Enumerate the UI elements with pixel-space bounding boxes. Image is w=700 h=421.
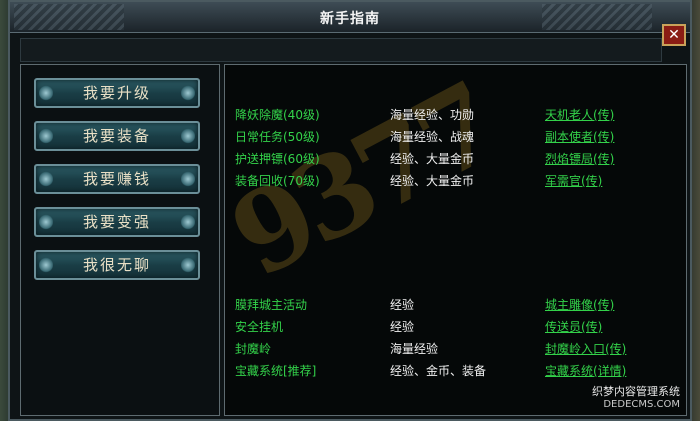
close-button[interactable]: ✕ [662, 24, 686, 46]
npc-link[interactable]: 烈焰镖局(传) [545, 150, 614, 167]
activity-reward: 经验、大量金币 [390, 152, 475, 166]
activity-reward: 经验 [390, 298, 415, 312]
activity-reward: 海量经验、功勋 [390, 108, 475, 122]
npc-link[interactable]: 传送员(传) [545, 318, 602, 335]
site-watermark: 织梦内容管理系统 DEDECMS.COM [592, 385, 680, 411]
activity-reward: 海量经验 [390, 342, 439, 356]
activity-name: 宝藏系统[推荐] [235, 364, 317, 378]
npc-link[interactable]: 副本使者(传) [545, 128, 614, 145]
activity-row: 宝藏系统[推荐] 经验、金币、装备 宝藏系统(详情) [235, 362, 675, 382]
header-strip [20, 38, 662, 62]
activity-row: 安全挂机 经验 传送员(传) [235, 318, 675, 338]
activity-reward: 海量经验、战魂 [390, 130, 475, 144]
nav-button-bored[interactable]: 我很无聊 [34, 250, 200, 280]
npc-link[interactable]: 宝藏系统(详情) [545, 362, 626, 379]
activity-row: 降妖除魔(40级) 海量经验、功勋 天机老人(传) [235, 106, 675, 126]
nav-button-equipment[interactable]: 我要装备 [34, 121, 200, 151]
category-panel: 我要升级 我要装备 我要赚钱 我要变强 我很无聊 [20, 64, 220, 416]
npc-link[interactable]: 城主雕像(传) [545, 296, 614, 313]
activity-row: 装备回收(70级) 经验、大量金币 军需官(传) [235, 172, 675, 192]
site-watermark-title: 织梦内容管理系统 [592, 385, 680, 398]
activity-name: 护送押镖(60级) [235, 152, 320, 166]
activity-row: 护送押镖(60级) 经验、大量金币 烈焰镖局(传) [235, 150, 675, 170]
activity-name: 降妖除魔(40级) [235, 108, 320, 122]
nav-button-level-up[interactable]: 我要升级 [34, 78, 200, 108]
activity-row: 封魔岭 海量经验 封魔岭入口(传) [235, 340, 675, 360]
title-bar[interactable]: 新手指南 [10, 2, 690, 33]
npc-link[interactable]: 军需官(传) [545, 172, 602, 189]
nav-button-earn-money[interactable]: 我要赚钱 [34, 164, 200, 194]
activity-name: 安全挂机 [235, 320, 284, 334]
window-title: 新手指南 [320, 11, 380, 27]
npc-link[interactable]: 封魔岭入口(传) [545, 340, 626, 357]
site-watermark-domain: DEDECMS.COM [603, 399, 680, 410]
activity-name: 膜拜城主活动 [235, 298, 308, 312]
activity-row: 膜拜城主活动 经验 城主雕像(传) [235, 296, 675, 316]
activity-panel: 9377 降妖除魔(40级) 海量经验、功勋 天机老人(传) 日常任务(50级)… [211, 60, 687, 416]
activity-name: 日常任务(50级) [235, 130, 320, 144]
npc-link[interactable]: 天机老人(传) [545, 106, 614, 123]
activity-name: 封魔岭 [235, 342, 272, 356]
activity-reward: 经验、金币、装备 [390, 364, 487, 378]
activity-reward: 经验 [390, 320, 415, 334]
activity-reward: 经验、大量金币 [390, 174, 475, 188]
nav-button-get-stronger[interactable]: 我要变强 [34, 207, 200, 237]
guide-window: 新手指南 ✕ 我要升级 我要装备 我要赚钱 我要变强 我很无聊 9377 降妖除… [8, 0, 692, 421]
activity-row: 日常任务(50级) 海量经验、战魂 副本使者(传) [235, 128, 675, 148]
activity-name: 装备回收(70级) [235, 174, 320, 188]
